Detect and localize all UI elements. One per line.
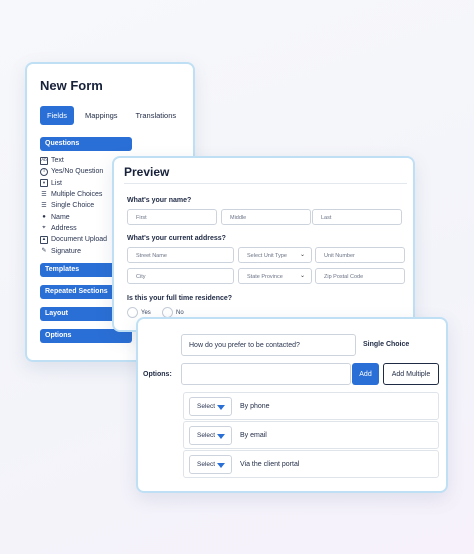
radio-label: No <box>176 309 184 316</box>
question-type-label: Multiple Choices <box>51 191 103 199</box>
new-form-title: New Form <box>40 78 103 93</box>
location-pin-icon: ⌖ <box>42 225 46 232</box>
first-name-field[interactable]: First <box>127 209 217 225</box>
option-text: By phone <box>240 403 270 410</box>
placeholder: Select Unit Type <box>247 253 287 259</box>
option-row: Select By email <box>183 421 439 449</box>
option-row: Select By phone <box>183 392 439 420</box>
triangle-down-icon <box>217 434 225 439</box>
question-type-label: Yes/No Question <box>51 168 104 176</box>
question-type-label: Name <box>51 213 70 221</box>
input-value: How do you prefer to be contacted? <box>189 342 300 349</box>
question-type-label: Signature <box>51 247 81 255</box>
placeholder: State Province <box>247 274 283 280</box>
form-tabs: Fields Mappings Translations <box>40 106 183 125</box>
question-type-label: Single Choice <box>51 202 95 210</box>
person-icon: ● <box>42 214 46 221</box>
placeholder: First <box>136 215 147 221</box>
select-label: Select <box>197 461 216 468</box>
add-button[interactable]: Add <box>352 363 379 385</box>
options-label: Options: <box>143 371 172 378</box>
unit-type-select[interactable]: Select Unit Type ⌄ <box>238 247 312 263</box>
residence-question-label: Is this your full time residence? <box>127 295 233 302</box>
chevron-down-icon: ⌄ <box>299 273 305 279</box>
question-type-text[interactable]: Ab Text <box>40 155 107 166</box>
upload-icon: ▲ <box>40 235 48 244</box>
option-text: Via the client portal <box>240 461 300 468</box>
divider <box>124 183 407 184</box>
placeholder: Unit Number <box>324 253 355 259</box>
options-editor-panel: How do you prefer to be contacted? Singl… <box>136 317 448 493</box>
placeholder: Street Name <box>136 253 167 259</box>
option-select[interactable]: Select <box>189 426 232 445</box>
list-box-icon: ▾ <box>40 179 48 188</box>
middle-name-field[interactable]: Middle <box>221 209 311 225</box>
chevron-down-icon: ⌄ <box>299 252 305 258</box>
question-type-label: Address <box>51 224 77 232</box>
street-name-field[interactable]: Street Name <box>127 247 234 263</box>
tab-fields[interactable]: Fields <box>40 106 75 125</box>
info-circle-icon: i <box>40 167 48 176</box>
question-type-yes-no[interactable]: i Yes/No Question <box>40 166 107 177</box>
option-row: Select Via the client portal <box>183 450 439 478</box>
placeholder: Middle <box>230 215 247 221</box>
preview-panel: Preview What's your name? First Middle L… <box>112 156 415 332</box>
question-type-name[interactable]: ● Name <box>40 211 107 222</box>
tab-translations[interactable]: Translations <box>129 106 184 125</box>
checklist-icon: ☰ <box>41 191 47 198</box>
question-type-single-choice[interactable]: ☰ Single Choice <box>40 200 107 211</box>
preview-title: Preview <box>124 165 170 179</box>
question-type-label: Document Upload <box>51 236 108 244</box>
signature-icon: ✎ <box>41 248 47 255</box>
state-province-select[interactable]: State Province ⌄ <box>238 268 312 284</box>
option-select[interactable]: Select <box>189 397 232 416</box>
address-question-label: What's your current address? <box>127 235 226 242</box>
option-input[interactable] <box>181 363 351 385</box>
question-type-list: Ab Text i Yes/No Question ▾ List ☰ Multi… <box>40 155 107 257</box>
option-text: By email <box>240 432 267 439</box>
triangle-down-icon <box>217 405 225 410</box>
option-select[interactable]: Select <box>189 455 232 474</box>
question-type-label: Text <box>51 157 64 165</box>
radio-button[interactable] <box>127 307 138 318</box>
question-type-signature[interactable]: ✎ Signature <box>40 245 107 256</box>
name-question-label: What's your name? <box>127 197 192 204</box>
unit-number-field[interactable]: Unit Number <box>315 247 405 263</box>
select-label: Select <box>197 432 216 439</box>
text-box-icon: Ab <box>40 156 48 165</box>
last-name-field[interactable]: Last <box>312 209 402 225</box>
placeholder: Last <box>321 215 332 221</box>
radio-label: Yes <box>141 309 151 316</box>
question-type-label: List <box>51 179 62 187</box>
tab-mappings[interactable]: Mappings <box>78 106 125 125</box>
question-type-address[interactable]: ⌖ Address <box>40 223 107 234</box>
placeholder: Zip Postal Code <box>324 274 364 280</box>
question-type-multiple-choices[interactable]: ☰ Multiple Choices <box>40 189 107 200</box>
question-text-input[interactable]: How do you prefer to be contacted? <box>181 334 356 356</box>
triangle-down-icon <box>217 463 225 468</box>
add-multiple-button[interactable]: Add Multiple <box>383 363 439 385</box>
zip-postal-code-field[interactable]: Zip Postal Code <box>315 268 405 284</box>
placeholder: City <box>136 274 146 280</box>
question-type-list[interactable]: ▾ List <box>40 178 107 189</box>
question-type-label: Single Choice <box>363 341 410 348</box>
list-icon: ☰ <box>41 202 47 209</box>
section-questions[interactable]: Questions <box>40 137 132 151</box>
select-label: Select <box>197 403 216 410</box>
question-type-document-upload[interactable]: ▲ Document Upload <box>40 234 107 245</box>
city-field[interactable]: City <box>127 268 234 284</box>
